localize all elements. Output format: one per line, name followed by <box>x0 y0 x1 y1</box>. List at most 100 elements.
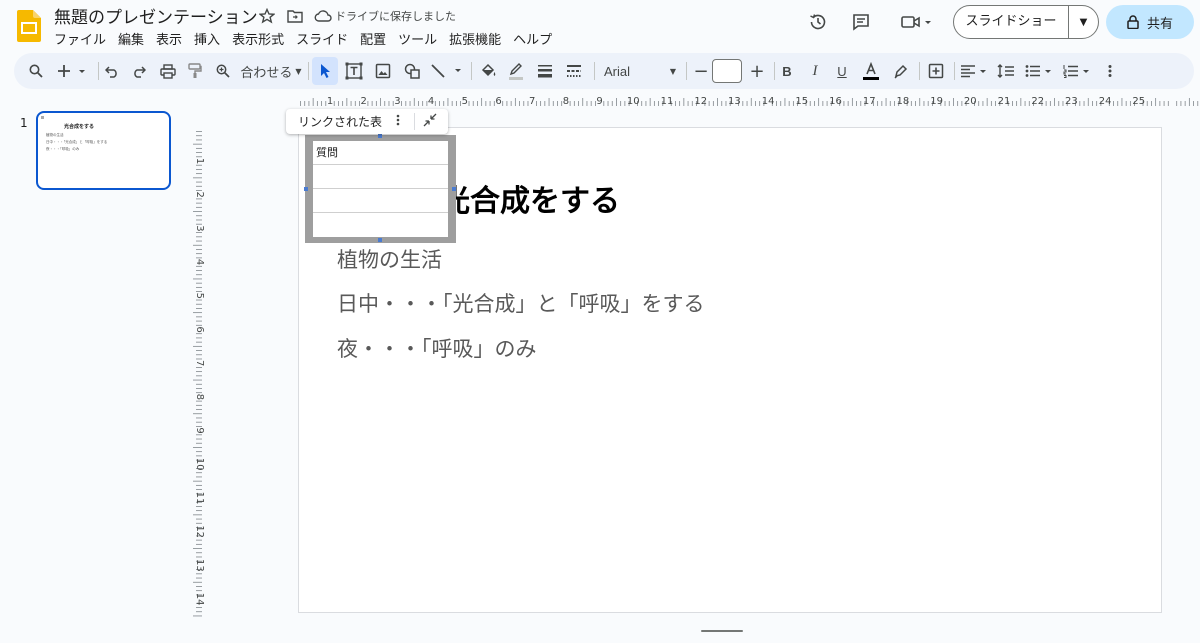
font-family-select[interactable]: Arial ▼ <box>604 57 676 85</box>
ruler-label: 3 <box>194 225 204 231</box>
menu-format[interactable]: 表示形式 <box>232 29 290 48</box>
insert-link-icon[interactable] <box>924 57 948 85</box>
ruler-label: 1 <box>327 96 333 107</box>
menu-file[interactable]: ファイル <box>54 29 112 48</box>
ruler-label: 5 <box>462 96 468 107</box>
menu-tools[interactable]: ツール <box>398 29 443 48</box>
slide-title[interactable]: 光合成をする <box>440 176 620 220</box>
thumb-body: 植物の生活 日中・・・「光合成」と「呼吸」をする 夜・・・「呼吸」のみ <box>46 132 107 153</box>
table-header-cell[interactable]: 質問 <box>313 141 448 165</box>
title-actions <box>257 6 333 26</box>
version-history-icon[interactable] <box>802 6 834 38</box>
ruler-label: 16 <box>829 96 842 107</box>
ruler-label: 10 <box>627 96 640 107</box>
ruler-label: 18 <box>897 96 910 107</box>
slides-logo-icon[interactable] <box>17 10 41 42</box>
toolbar-divider <box>686 62 687 80</box>
ruler-label: 4 <box>428 96 434 107</box>
move-folder-icon[interactable] <box>285 6 305 26</box>
ruler-label: 2 <box>194 192 204 198</box>
italic-icon[interactable]: I <box>805 57 825 85</box>
resize-handle[interactable] <box>304 187 308 191</box>
menu-edit[interactable]: 編集 <box>118 29 150 48</box>
ruler-label: 15 <box>795 96 808 107</box>
menu-insert[interactable]: 挿入 <box>194 29 226 48</box>
slideshow-label[interactable]: スライドショー <box>954 6 1069 38</box>
increase-font-icon[interactable]: + <box>747 57 767 85</box>
slide-body-line[interactable]: 植物の生活 <box>337 244 442 274</box>
align-icon[interactable] <box>959 57 991 85</box>
menu-view[interactable]: 表示 <box>156 29 188 48</box>
image-icon[interactable] <box>371 57 395 85</box>
font-family-value: Arial <box>604 63 631 79</box>
menu-slide[interactable]: スライド <box>296 29 354 48</box>
shape-icon[interactable] <box>400 57 424 85</box>
border-dash-icon[interactable] <box>562 57 586 85</box>
ruler-label: 17 <box>863 96 876 107</box>
select-icon[interactable] <box>312 57 338 85</box>
ruler-label: 25 <box>1132 96 1145 107</box>
vertical-ruler[interactable]: 1234567891011121314 <box>190 127 204 617</box>
star-icon[interactable] <box>257 6 277 26</box>
more-vert-icon[interactable] <box>390 114 406 129</box>
resize-handle[interactable] <box>378 134 382 138</box>
horizontal-ruler[interactable]: 1 2 3 4 5 6 7 8 9 10 11 12 13 14 15 16 17 18 19 20 21 22 23 24 2… <box>298 94 1200 108</box>
thumb-table <box>41 116 44 119</box>
add-icon[interactable] <box>56 57 88 85</box>
numbered-list-icon[interactable] <box>1062 57 1094 85</box>
zoom-value: 合わせる <box>240 65 293 81</box>
zoom-icon[interactable] <box>212 57 234 85</box>
text-color-icon[interactable] <box>860 57 882 85</box>
search-icon[interactable] <box>26 57 46 85</box>
fill-color-icon[interactable] <box>476 57 500 85</box>
text-box-icon[interactable] <box>342 57 366 85</box>
table-row[interactable] <box>313 165 448 189</box>
menu-arrange[interactable]: 配置 <box>360 29 392 48</box>
underline-icon[interactable]: U <box>832 57 852 85</box>
thumb-line: 夜・・・「呼吸」のみ <box>46 147 80 151</box>
decrease-font-icon[interactable]: − <box>691 57 711 85</box>
zoom-select[interactable]: 合わせる ▼ <box>240 57 302 85</box>
menu-extensions[interactable]: 拡張機能 <box>449 29 507 48</box>
border-color-icon[interactable] <box>504 57 528 85</box>
speaker-notes-handle[interactable] <box>701 630 743 632</box>
slide-body-line[interactable]: 夜・・・「呼吸」のみ <box>337 333 537 363</box>
resize-handle[interactable] <box>378 238 382 242</box>
highlight-icon[interactable] <box>890 57 912 85</box>
app-header: 無題のプレゼンテーション ドライブに保存しました ファイル 編集 表示 挿入 表… <box>0 0 1200 52</box>
linked-table-bar: リンクされた表 <box>286 109 448 134</box>
cloud-saved-icon[interactable] <box>313 6 333 26</box>
slide-thumbnail[interactable]: 光合成をする 植物の生活 日中・・・「光合成」と「呼吸」をする 夜・・・「呼吸」… <box>36 111 171 190</box>
document-title[interactable]: 無題のプレゼンテーション <box>54 3 258 28</box>
table-row[interactable] <box>313 189 448 213</box>
more-icon[interactable] <box>1102 57 1118 85</box>
ruler-label: 22 <box>1031 96 1044 107</box>
ruler-label: 4 <box>194 259 204 265</box>
share-button[interactable]: 共有 <box>1106 5 1194 39</box>
border-weight-icon[interactable] <box>533 57 557 85</box>
unlink-icon[interactable] <box>423 113 437 130</box>
slideshow-dropdown-icon[interactable]: ▼ <box>1069 17 1098 28</box>
slide-body-line[interactable]: 日中・・・「光合成」と「呼吸」をする <box>337 288 705 318</box>
bulleted-list-icon[interactable] <box>1024 57 1056 85</box>
menu-help[interactable]: ヘルプ <box>513 29 558 48</box>
paint-format-icon[interactable] <box>184 57 206 85</box>
undo-icon[interactable] <box>102 57 122 85</box>
line-icon[interactable] <box>428 57 466 85</box>
toolbar-divider <box>308 62 309 80</box>
linked-table[interactable]: 質問 <box>313 141 448 237</box>
font-size-input[interactable] <box>712 59 742 83</box>
ruler-label: 8 <box>194 394 204 400</box>
print-icon[interactable] <box>157 57 179 85</box>
bold-icon[interactable]: B <box>777 57 797 85</box>
meet-icon[interactable] <box>896 6 938 38</box>
table-row[interactable] <box>313 213 448 237</box>
slideshow-button[interactable]: スライドショー ▼ <box>953 5 1099 39</box>
thumb-line: 日中・・・「光合成」と「呼吸」をする <box>46 140 108 144</box>
resize-handle[interactable] <box>452 187 456 191</box>
ruler-label: 14 <box>194 593 204 606</box>
line-spacing-icon[interactable] <box>995 57 1017 85</box>
redo-icon[interactable] <box>129 57 149 85</box>
comments-icon[interactable] <box>845 6 877 38</box>
ruler-label: 8 <box>563 96 569 107</box>
